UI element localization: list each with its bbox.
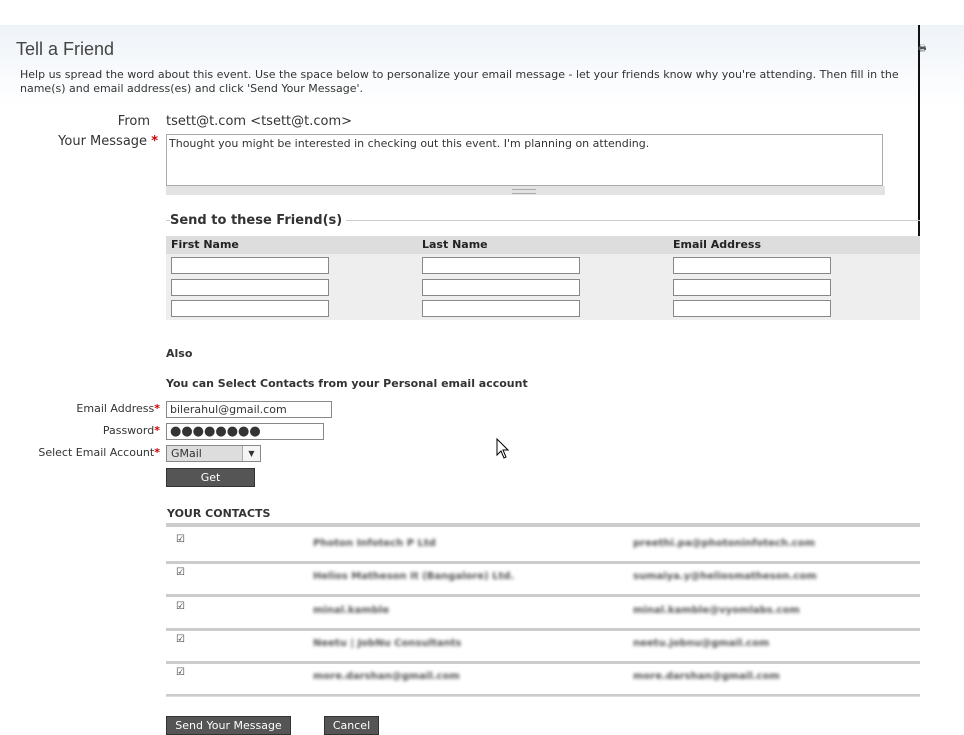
message-label: Your Message * xyxy=(40,134,158,149)
email-account-select[interactable]: GMail ▼ xyxy=(166,445,261,462)
cancel-button[interactable]: Cancel xyxy=(324,716,379,735)
contact-email: more.darshan@gmail.com xyxy=(633,671,780,682)
contact-email: sumaiya.y@heliosmatheson.com xyxy=(633,571,817,582)
contact-checkbox[interactable]: ☑ xyxy=(176,601,187,612)
col-last-name: Last Name xyxy=(422,238,488,251)
required-mark: * xyxy=(154,446,160,459)
contact-name: more.darshan@gmail.com xyxy=(313,671,460,682)
friend-3-first-name-input[interactable] xyxy=(171,300,329,317)
contact-row: ☑ Helios Matheson It (Bangalore) Ltd. su… xyxy=(166,561,920,597)
select-account-label: Select Email Account* xyxy=(20,446,160,459)
contact-checkbox[interactable]: ☑ xyxy=(176,634,187,645)
password-label: Password* xyxy=(40,424,160,437)
friend-1-first-name-input[interactable] xyxy=(171,257,329,274)
col-email-address: Email Address xyxy=(673,238,762,251)
message-label-text: Your Message xyxy=(58,134,148,149)
contacts-heading: YOUR CONTACTS xyxy=(167,507,271,520)
contact-checkbox[interactable]: ☑ xyxy=(176,667,187,678)
password-input[interactable]: ●●●●●●●● xyxy=(166,423,324,440)
required-mark: * xyxy=(154,402,160,415)
contact-row: ☑ Photon Infotech P Ltd preethi.pa@photo… xyxy=(166,528,920,564)
from-label: From xyxy=(117,114,150,129)
friend-2-first-name-input[interactable] xyxy=(171,279,329,296)
select-contacts-text: You can Select Contacts from your Person… xyxy=(166,377,528,390)
get-contacts-button[interactable]: Get Contacts xyxy=(166,468,255,501)
contact-name: minal.kamble xyxy=(313,605,390,616)
contact-name: Photon Infotech P Ltd xyxy=(313,538,436,549)
friend-2-email-input[interactable] xyxy=(673,279,831,296)
select-account-label-text: Select Email Account xyxy=(38,446,155,459)
contact-name: Neetu | JobNu Consultants xyxy=(313,638,462,649)
friend-2-last-name-input[interactable] xyxy=(422,279,580,296)
contacts-bottom-border xyxy=(166,696,920,697)
mouse-pointer-icon xyxy=(496,438,510,459)
required-mark: * xyxy=(151,134,158,149)
contact-row: ☑ Neetu | JobNu Consultants neetu.jobnu@… xyxy=(166,628,920,664)
password-label-text: Password xyxy=(102,424,155,437)
contact-row: ☑ more.darshan@gmail.com more.darshan@gm… xyxy=(166,661,920,697)
friend-3-last-name-input[interactable] xyxy=(422,300,580,317)
contact-row: ☑ minal.kamble minal.kamble@vyomlabs.com xyxy=(166,595,920,631)
friend-1-email-input[interactable] xyxy=(673,257,831,274)
contact-email: preethi.pa@photoninfotech.com xyxy=(633,538,815,549)
contact-email: minal.kamble@vyomlabs.com xyxy=(633,605,800,616)
required-mark: * xyxy=(154,424,160,437)
import-email-label: Email Address* xyxy=(40,402,160,415)
email-account-value: GMail xyxy=(171,447,202,460)
contact-name: Helios Matheson It (Bangalore) Ltd. xyxy=(313,571,515,582)
contacts-header: YOUR CONTACTS xyxy=(166,505,920,527)
contact-checkbox[interactable]: ☑ xyxy=(176,567,187,578)
import-email-label-text: Email Address xyxy=(76,402,155,415)
textarea-resize-handle[interactable] xyxy=(166,186,885,195)
col-first-name: First Name xyxy=(171,238,239,251)
friends-table: First Name Last Name Email Address xyxy=(166,236,920,320)
print-icon[interactable]: 🖶 xyxy=(918,41,927,57)
chevron-down-icon[interactable]: ▼ xyxy=(242,446,260,461)
friends-table-header: First Name Last Name Email Address xyxy=(166,236,920,254)
page-title: Tell a Friend xyxy=(16,39,115,59)
message-textarea[interactable]: Thought you might be interested in check… xyxy=(166,134,883,186)
contact-checkbox[interactable]: ☑ xyxy=(176,534,187,545)
friends-legend: Send to these Friend(s) xyxy=(170,213,347,228)
intro-text: Help us spread the word about this event… xyxy=(20,68,899,95)
contact-email: neetu.jobnu@gmail.com xyxy=(633,638,770,649)
grip-lines xyxy=(512,189,536,194)
import-email-input[interactable]: bilerahul@gmail.com xyxy=(166,401,332,418)
friend-1-last-name-input[interactable] xyxy=(422,257,580,274)
from-value: tsett@t.com <tsett@t.com> xyxy=(166,114,353,129)
friend-3-email-input[interactable] xyxy=(673,300,831,317)
also-label: Also xyxy=(166,347,193,360)
send-message-button[interactable]: Send Your Message xyxy=(166,716,291,735)
